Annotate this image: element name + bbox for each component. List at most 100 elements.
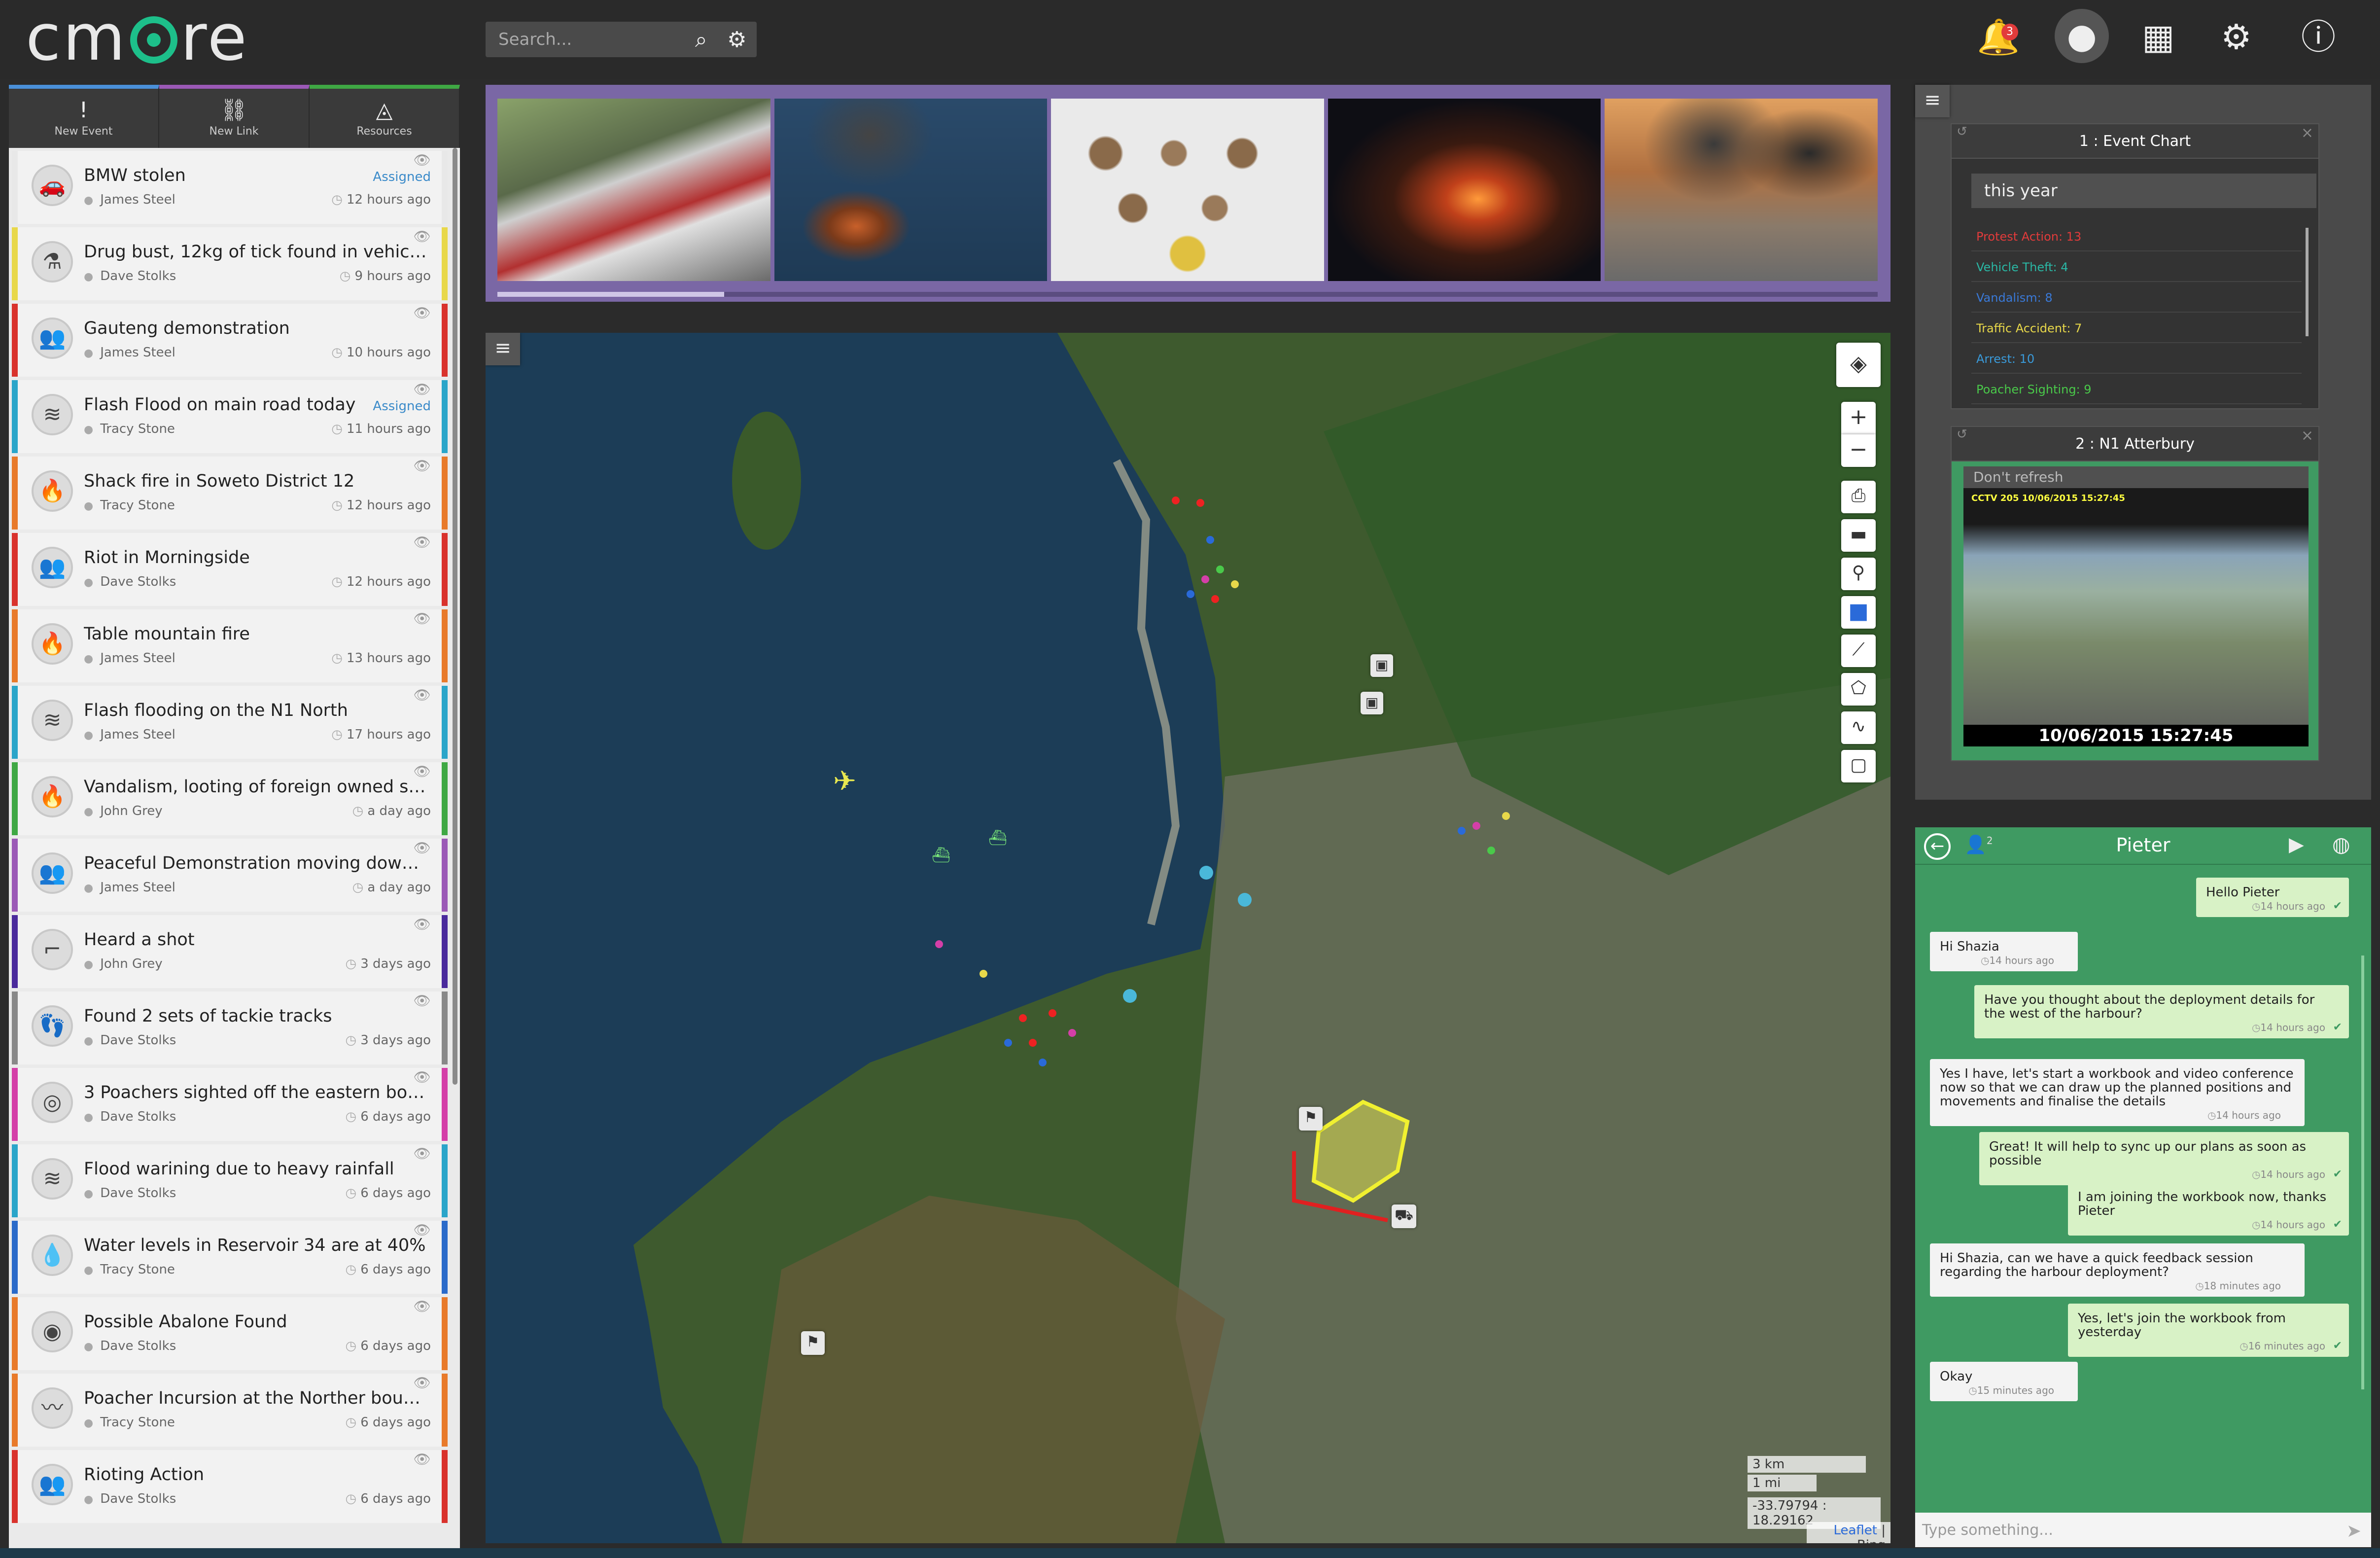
chart-scrollbar[interactable]	[2306, 228, 2309, 336]
event-type-icon: ≋	[32, 394, 73, 435]
settings-icon[interactable]: ⚙	[2221, 15, 2252, 59]
car-marker-icon[interactable]: ⛟	[1392, 1204, 1416, 1228]
close-icon[interactable]: ×	[2301, 124, 2313, 142]
cctv-marker-icon[interactable]: ▣	[1361, 692, 1383, 714]
event-list-item[interactable]: ◎ 👁 3 Poachers sighted off the eastern bou…	[12, 1068, 448, 1141]
event-list-item[interactable]: ≋👁Flood warining due to heavy rainfallDa…	[12, 1144, 448, 1217]
layers-icon[interactable]: ◈	[1836, 343, 1881, 387]
tab-new-event[interactable]: ! New Event	[9, 85, 159, 148]
message-text: Hi Shazia, can we have a quick feedback …	[1940, 1251, 2253, 1279]
message-time: 18 minutes ago	[2195, 1279, 2281, 1293]
event-list-item[interactable]: 👥👁Peaceful Demonstration moving down Hen…	[12, 839, 448, 912]
event-title: Heard a shot	[84, 930, 195, 950]
event-type-icon: 〰	[32, 1387, 73, 1429]
chart-range-select[interactable]: this year	[1971, 174, 2316, 208]
user-icon[interactable]: ●	[2055, 9, 2109, 63]
info-icon[interactable]: ⓘ	[2301, 15, 2336, 59]
marker-icon[interactable]: ⚲	[1841, 558, 1876, 590]
event-list-scrollbar[interactable]	[453, 148, 457, 1085]
event-chart-row[interactable]: Poacher Sighting: 9	[1971, 375, 2302, 404]
search-settings-icon[interactable]: ⚙	[727, 18, 746, 62]
zoom-in-button[interactable]: +	[1841, 402, 1876, 434]
boat-icon[interactable]: ⛴	[932, 846, 950, 865]
flag-marker-icon[interactable]: ⚑	[1299, 1107, 1323, 1131]
burning-boat-photo[interactable]	[774, 99, 1048, 281]
exclamation-icon: !	[79, 98, 88, 123]
event-type-icon: 👥	[32, 1464, 73, 1505]
event-user: Tracy Stone	[84, 422, 175, 436]
event-list: 🚗👁BMW stolenJames Steel12 hours agoAssig…	[9, 148, 452, 1548]
chat-input[interactable]	[1915, 1513, 2371, 1547]
event-time: 11 hours ago	[331, 422, 431, 436]
event-list-item[interactable]: ⚗ 👁 Drug bust, 12kg of tick found in vehic…	[12, 227, 448, 300]
event-status: Assigned	[373, 399, 431, 414]
close-icon[interactable]: ×	[2301, 427, 2313, 444]
read-check-icon: ✔	[2333, 900, 2342, 912]
restore-icon[interactable]: ↺	[1957, 427, 1967, 442]
restore-icon[interactable]: ↺	[1957, 124, 1967, 139]
tab-resources[interactable]: ◬ Resources	[310, 85, 460, 148]
message-time: 14 hours ago	[2252, 899, 2325, 913]
polygon-icon[interactable]: ⬠	[1841, 673, 1876, 706]
event-chart-row[interactable]: Arrest: 10	[1971, 344, 2302, 374]
bing-link[interactable]: Bing	[1857, 1538, 1886, 1543]
media-strip-scrollbar[interactable]	[497, 292, 1878, 297]
app-logo[interactable]: cmorecmre	[26, 3, 249, 72]
chat-scrollbar[interactable]	[2361, 956, 2364, 1389]
event-chart-row[interactable]: Protest Action: 13	[1971, 222, 2302, 251]
cctv-feed[interactable]: CCTV 205 10/06/2015 15:27:45 10/06/2015 …	[1963, 488, 2309, 746]
event-list-item[interactable]: 🔥 👁 Vandalism, looting of foreign owned sh…	[12, 762, 448, 835]
event-list-item[interactable]: 🚗👁BMW stolenJames Steel12 hours agoAssig…	[12, 151, 448, 224]
abalone-photo[interactable]	[1051, 99, 1324, 281]
event-list-item[interactable]: ⌐👁Heard a shotJohn Grey3 days ago	[12, 915, 448, 988]
globe-icon[interactable]: ◍	[2332, 832, 2350, 856]
search-icon[interactable]: ⌕	[695, 18, 707, 62]
event-user: James Steel	[84, 880, 175, 895]
freehand-icon[interactable]: ∿	[1841, 711, 1876, 744]
event-chart-row[interactable]: Vehicle Theft: 4	[1971, 252, 2302, 282]
logo-eye-icon	[130, 16, 178, 64]
widget-menu-icon[interactable]: ≡	[1915, 85, 1950, 117]
send-icon[interactable]: ➤	[2346, 1521, 2361, 1541]
event-time: 10 hours ago	[331, 345, 431, 360]
refresh-select[interactable]: Don't refresh	[1963, 466, 2309, 488]
event-list-item[interactable]: ≋👁Flash flooding on the N1 NorthJames St…	[12, 686, 448, 759]
rectangle-icon[interactable]: ▢	[1841, 750, 1876, 782]
search-input[interactable]	[486, 22, 757, 57]
blue-square-icon[interactable]: ■	[1841, 596, 1876, 629]
event-list-item[interactable]: 🔥👁Table mountain fireJames Steel13 hours…	[12, 609, 448, 682]
leaflet-link[interactable]: Leaflet	[1833, 1523, 1877, 1538]
map-view[interactable]: ≡ ◈ + − ⎙ ▬ ⚲ ■ ⟋ ⬠ ∿ ▢ ✈ ⛴ ⛴ ▣ ▣ ⚑ ⛟ ⚑ …	[486, 333, 1890, 1543]
car-crash-photo[interactable]	[497, 99, 770, 281]
event-list-item[interactable]: 🔥👁Shack fire in Soweto District 12Tracy …	[12, 457, 448, 530]
event-list-item[interactable]: 👥👁Rioting ActionDave Stolks6 days ago	[12, 1450, 448, 1523]
smoke-city-photo[interactable]	[1605, 99, 1878, 281]
resources-icon: ◬	[376, 98, 393, 123]
print-icon[interactable]: ⎙	[1841, 481, 1876, 513]
event-title: Water levels in Reservoir 34 are at 40%	[84, 1236, 426, 1255]
event-list-item[interactable]: 👣👁Found 2 sets of tackie tracksDave Stol…	[12, 991, 448, 1064]
video-call-icon[interactable]: ▶	[2289, 833, 2304, 856]
dashboard-icon[interactable]: ▦	[2142, 15, 2174, 59]
cctv-marker-icon[interactable]: ▣	[1370, 654, 1393, 677]
zoom-out-button[interactable]: −	[1841, 434, 1876, 467]
map-menu-icon[interactable]: ≡	[486, 333, 520, 365]
night-fire-photo[interactable]	[1328, 99, 1601, 281]
polyline-icon[interactable]: ⟋	[1841, 635, 1876, 667]
boat-icon[interactable]: ⛴	[988, 828, 1007, 848]
event-list-item[interactable]: ≋👁Flash Flood on main road todayTracy St…	[12, 380, 448, 453]
event-time: a day ago	[352, 880, 431, 895]
event-list-item[interactable]: ◉👁Possible Abalone FoundDave Stolks6 day…	[12, 1297, 448, 1370]
event-list-item[interactable]: 👥👁Gauteng demonstrationJames Steel10 hou…	[12, 304, 448, 377]
airplane-icon[interactable]: ✈	[833, 767, 856, 796]
event-title: Riot in Morningside	[84, 548, 250, 567]
event-list-item[interactable]: 💧 👁 Water levels in Reservoir 34 are at 40…	[12, 1221, 448, 1294]
event-chart-row[interactable]: Vandalism: 8	[1971, 283, 2302, 313]
event-chart-row[interactable]: Traffic Accident: 7	[1971, 314, 2302, 343]
event-list-item[interactable]: 〰 👁 Poacher Incursion at the Norther bound…	[12, 1374, 448, 1447]
event-list-item[interactable]: 👥👁Riot in MorningsideDave Stolks12 hours…	[12, 533, 448, 606]
ruler-icon[interactable]: ▬	[1841, 519, 1876, 552]
event-title: 3 Poachers sighted off the eastern bound…	[84, 1083, 429, 1102]
tab-new-link[interactable]: ⛓ New Link	[159, 85, 310, 148]
flag-marker-icon[interactable]: ⚑	[801, 1331, 825, 1355]
